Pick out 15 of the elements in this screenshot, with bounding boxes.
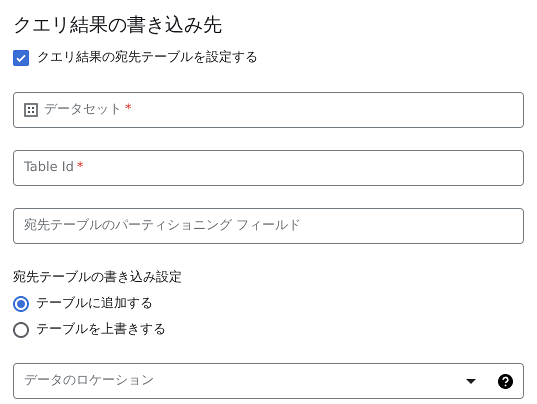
section-title: クエリ結果の書き込み先 xyxy=(13,13,223,38)
radio-label: テーブルを上書きする xyxy=(36,321,166,340)
text-field[interactable]: Table Id * xyxy=(13,150,524,186)
radio-button[interactable] xyxy=(13,322,29,338)
checkbox[interactable] xyxy=(13,50,29,66)
radio-label: テーブルに追加する xyxy=(36,295,153,314)
text-field[interactable]: 宛先テーブルのパーティショニング フィールド xyxy=(13,208,524,244)
text-field[interactable]: データセット * xyxy=(13,92,524,128)
grid-icon xyxy=(24,102,38,116)
help-icon[interactable] xyxy=(498,374,513,388)
radio-button[interactable] xyxy=(13,296,29,312)
checkbox-label: クエリ結果の宛先テーブルを設定する xyxy=(37,49,258,67)
location-select[interactable]: データのロケーション xyxy=(13,363,524,399)
caret-icon[interactable] xyxy=(466,378,476,384)
group-label: 宛先テーブルの書き込み設定 xyxy=(13,268,183,286)
